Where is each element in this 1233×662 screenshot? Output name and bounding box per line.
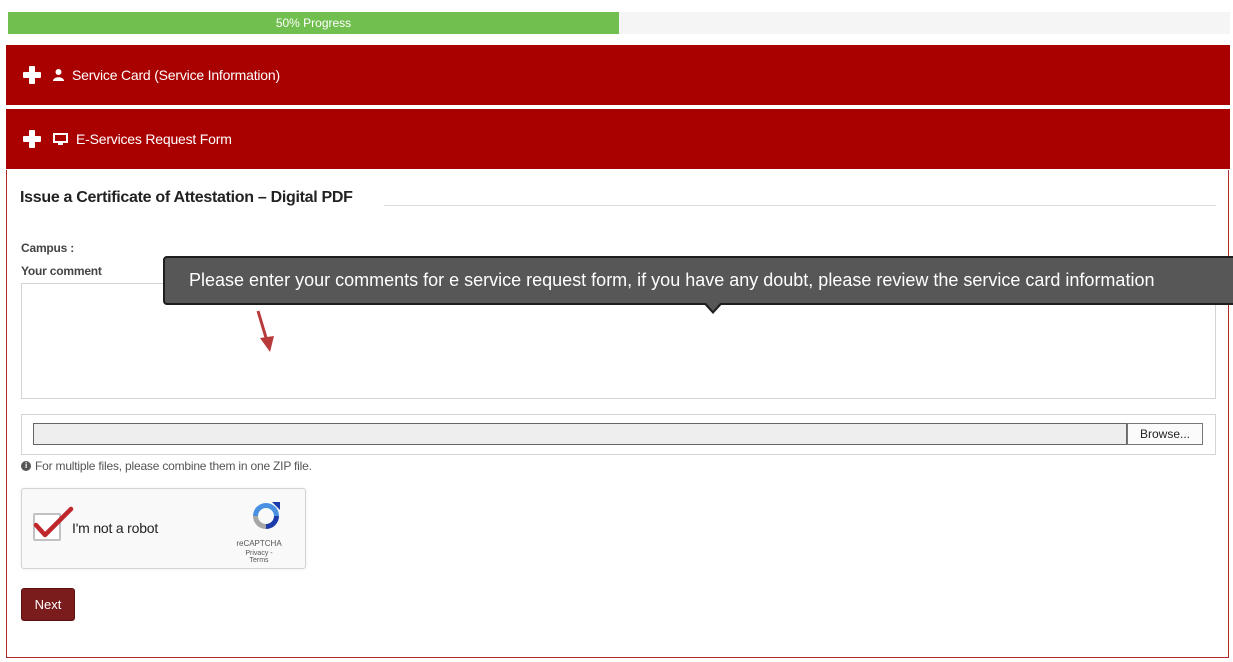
plus-icon	[21, 64, 43, 86]
service-card-panel-header[interactable]: Service Card (Service Information)	[6, 45, 1230, 105]
recaptcha-privacy-terms-link[interactable]: Privacy - Terms	[236, 550, 282, 564]
info-icon: i	[21, 461, 31, 471]
recaptcha-logo-icon	[253, 502, 280, 529]
user-icon	[53, 69, 64, 81]
monitor-icon	[53, 132, 68, 146]
campus-label: Campus :	[21, 241, 75, 255]
progress-bar: 50% Progress	[8, 12, 619, 34]
tooltip-arrow-fill	[705, 302, 721, 311]
service-card-label: Service Card (Service Information)	[72, 67, 280, 83]
file-hint: i For multiple files, please combine the…	[21, 459, 312, 473]
plus-icon	[21, 128, 43, 150]
browse-button[interactable]: Browse...	[1127, 423, 1203, 445]
comment-tooltip: Please enter your comments for e service…	[163, 256, 1233, 305]
recaptcha-brand: reCAPTCHA	[236, 539, 282, 548]
request-form-label: E-Services Request Form	[76, 131, 232, 147]
recaptcha-label: I'm not a robot	[72, 520, 159, 536]
form-title: Issue a Certificate of Attestation – Dig…	[20, 189, 353, 206]
file-path-input[interactable]	[33, 423, 1127, 445]
comment-label: Your comment	[21, 264, 102, 278]
title-divider	[384, 205, 1216, 206]
file-hint-text: For multiple files, please combine them …	[35, 459, 312, 473]
request-form-panel-header[interactable]: E-Services Request Form	[6, 109, 1230, 169]
checkmark-icon	[33, 506, 74, 538]
next-button[interactable]: Next	[21, 588, 75, 621]
progress-track: 50% Progress	[8, 12, 1230, 34]
annotation-arrow-icon	[256, 310, 274, 352]
